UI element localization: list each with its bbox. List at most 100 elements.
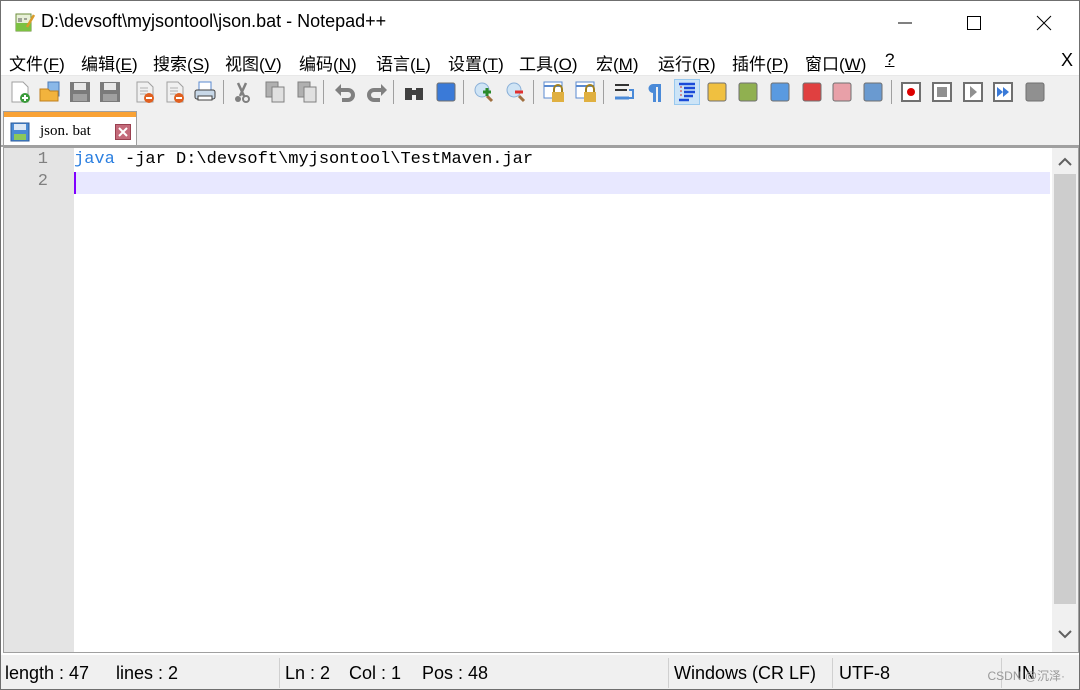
code-line[interactable]: java -jar D:\devsoft\myjsontool\TestMave…	[74, 149, 533, 171]
window-title: D:\devsoft\myjsontool\json.bat - Notepad…	[41, 11, 387, 31]
menu-accelerator: T	[487, 55, 499, 74]
notepad-plus-plus-icon	[14, 11, 36, 33]
menu-t[interactable]: 设置(T)	[448, 50, 504, 75]
menu-w[interactable]: 窗口(W)	[805, 50, 866, 75]
sync-horizontal-icon[interactable]	[574, 80, 598, 104]
menu-v[interactable]: 视图(V)	[225, 50, 282, 75]
menu-label: 视图(	[225, 55, 265, 74]
code-keyword: java	[74, 150, 115, 169]
editor[interactable]: 1 2 java -jar D:\devsoft\myjsontool\Test…	[3, 147, 1079, 653]
close-window-icon	[1036, 15, 1052, 31]
line-number-gutter: 1 2	[4, 148, 74, 652]
menu-accelerator: P	[771, 55, 784, 74]
scroll-down-icon[interactable]	[1056, 627, 1074, 646]
menu-l[interactable]: 语言(L)	[376, 50, 431, 75]
replace-icon[interactable]	[434, 80, 458, 104]
menu-label: 语言(	[376, 55, 416, 74]
folder-workspace-icon[interactable]	[830, 80, 854, 104]
menu-accelerator: E	[120, 55, 133, 74]
tab-close-icon[interactable]	[115, 124, 131, 140]
menu-label: 窗口(	[805, 55, 845, 74]
menu-p[interactable]: 插件(P)	[732, 50, 789, 75]
run-macro-multiple-icon[interactable]	[991, 80, 1015, 104]
menu-accelerator: R	[697, 55, 710, 74]
new-file-icon[interactable]	[8, 80, 32, 104]
tab-label: json. bat	[40, 123, 91, 139]
print-icon[interactable]	[193, 80, 217, 104]
monitoring-icon[interactable]	[861, 80, 885, 104]
menu-label-end: )	[571, 55, 578, 74]
status-encoding[interactable]: UTF-8	[839, 663, 890, 684]
toolbar-separator	[223, 80, 224, 104]
close-document-button[interactable]: X	[1061, 50, 1073, 71]
menu-label-end: )	[709, 55, 716, 74]
menu-e[interactable]: 编辑(E)	[81, 50, 138, 75]
vertical-scrollbar[interactable]	[1052, 148, 1078, 652]
status-bar: length : 47 lines : 2 Ln : 2 Col : 1 Pos…	[1, 655, 1079, 689]
show-all-chars-icon[interactable]	[642, 80, 666, 104]
menu-s[interactable]: 搜索(S)	[153, 50, 210, 75]
menu-label: 插件(	[732, 55, 772, 74]
menu-label-end: )	[350, 55, 357, 74]
scroll-up-icon[interactable]	[1056, 154, 1074, 173]
find-icon[interactable]	[402, 80, 426, 104]
udl-icon[interactable]	[705, 80, 729, 104]
minimize-button[interactable]	[870, 1, 940, 45]
menu-accelerator: L	[415, 55, 426, 74]
cut-icon[interactable]	[230, 80, 254, 104]
scrollbar-thumb[interactable]	[1054, 174, 1076, 604]
paste-icon[interactable]	[295, 80, 319, 104]
zoom-out-icon[interactable]	[504, 80, 528, 104]
copy-icon[interactable]	[263, 80, 287, 104]
menu-label-end: )	[783, 55, 789, 74]
menu-m[interactable]: 宏(M)	[596, 50, 639, 75]
menu-n[interactable]: 编码(N)	[299, 50, 357, 75]
status-eol[interactable]: Windows (CR LF)	[674, 663, 816, 684]
open-file-icon[interactable]	[38, 80, 62, 104]
menu-label-end: )	[860, 55, 867, 74]
stop-macro-icon[interactable]	[930, 80, 954, 104]
tab-json-bat[interactable]: json. bat	[3, 111, 137, 145]
menu-label: 搜索(	[153, 55, 193, 74]
status-lines: lines : 2	[116, 663, 179, 683]
menu-label: 运行(	[658, 55, 698, 74]
toolbar	[1, 75, 1079, 108]
save-icon[interactable]	[68, 80, 92, 104]
doc-map-icon[interactable]	[736, 80, 760, 104]
menu-label: 设置(	[448, 55, 488, 74]
record-macro-icon[interactable]	[899, 80, 923, 104]
status-divider	[668, 658, 669, 688]
save-macro-icon[interactable]	[1023, 80, 1047, 104]
close-window-button[interactable]	[1009, 1, 1079, 45]
indent-guide-icon[interactable]	[674, 79, 700, 105]
close-icon[interactable]	[133, 80, 157, 104]
watermark: CSDN @沉泽·	[987, 669, 1065, 683]
close-all-icon[interactable]	[163, 80, 187, 104]
menu-o[interactable]: 工具(O)	[519, 50, 578, 75]
menu-help[interactable]: ?	[885, 50, 894, 70]
save-all-icon[interactable]	[98, 80, 122, 104]
line-number: 2	[37, 172, 48, 191]
sync-vertical-icon[interactable]	[542, 80, 566, 104]
undo-icon[interactable]	[333, 80, 357, 104]
menu-accelerator: F	[48, 55, 60, 74]
menu-label-end: )	[425, 55, 431, 74]
menu-label-end: )	[632, 55, 639, 74]
menu-bar: 文件(F) 编辑(E) 搜索(S) 视图(V) 编码(N) 语言(L) 设置(T) 工具(O)…	[1, 45, 1079, 75]
zoom-in-icon[interactable]	[472, 80, 496, 104]
status-length: length : 47	[5, 663, 90, 683]
toolbar-separator	[323, 80, 324, 104]
toolbar-separator	[463, 80, 464, 104]
menu-accelerator: W	[844, 55, 861, 74]
maximize-icon	[967, 16, 981, 30]
play-macro-icon[interactable]	[961, 80, 985, 104]
menu-r[interactable]: 运行(R)	[658, 50, 716, 75]
doc-list-icon[interactable]	[768, 80, 792, 104]
word-wrap-icon[interactable]	[612, 80, 636, 104]
redo-icon[interactable]	[365, 80, 389, 104]
maximize-button[interactable]	[939, 1, 1009, 45]
status-divider	[279, 658, 280, 688]
saved-file-icon	[10, 122, 30, 142]
menu-f[interactable]: 文件(F)	[9, 50, 65, 75]
function-list-icon[interactable]	[800, 80, 824, 104]
